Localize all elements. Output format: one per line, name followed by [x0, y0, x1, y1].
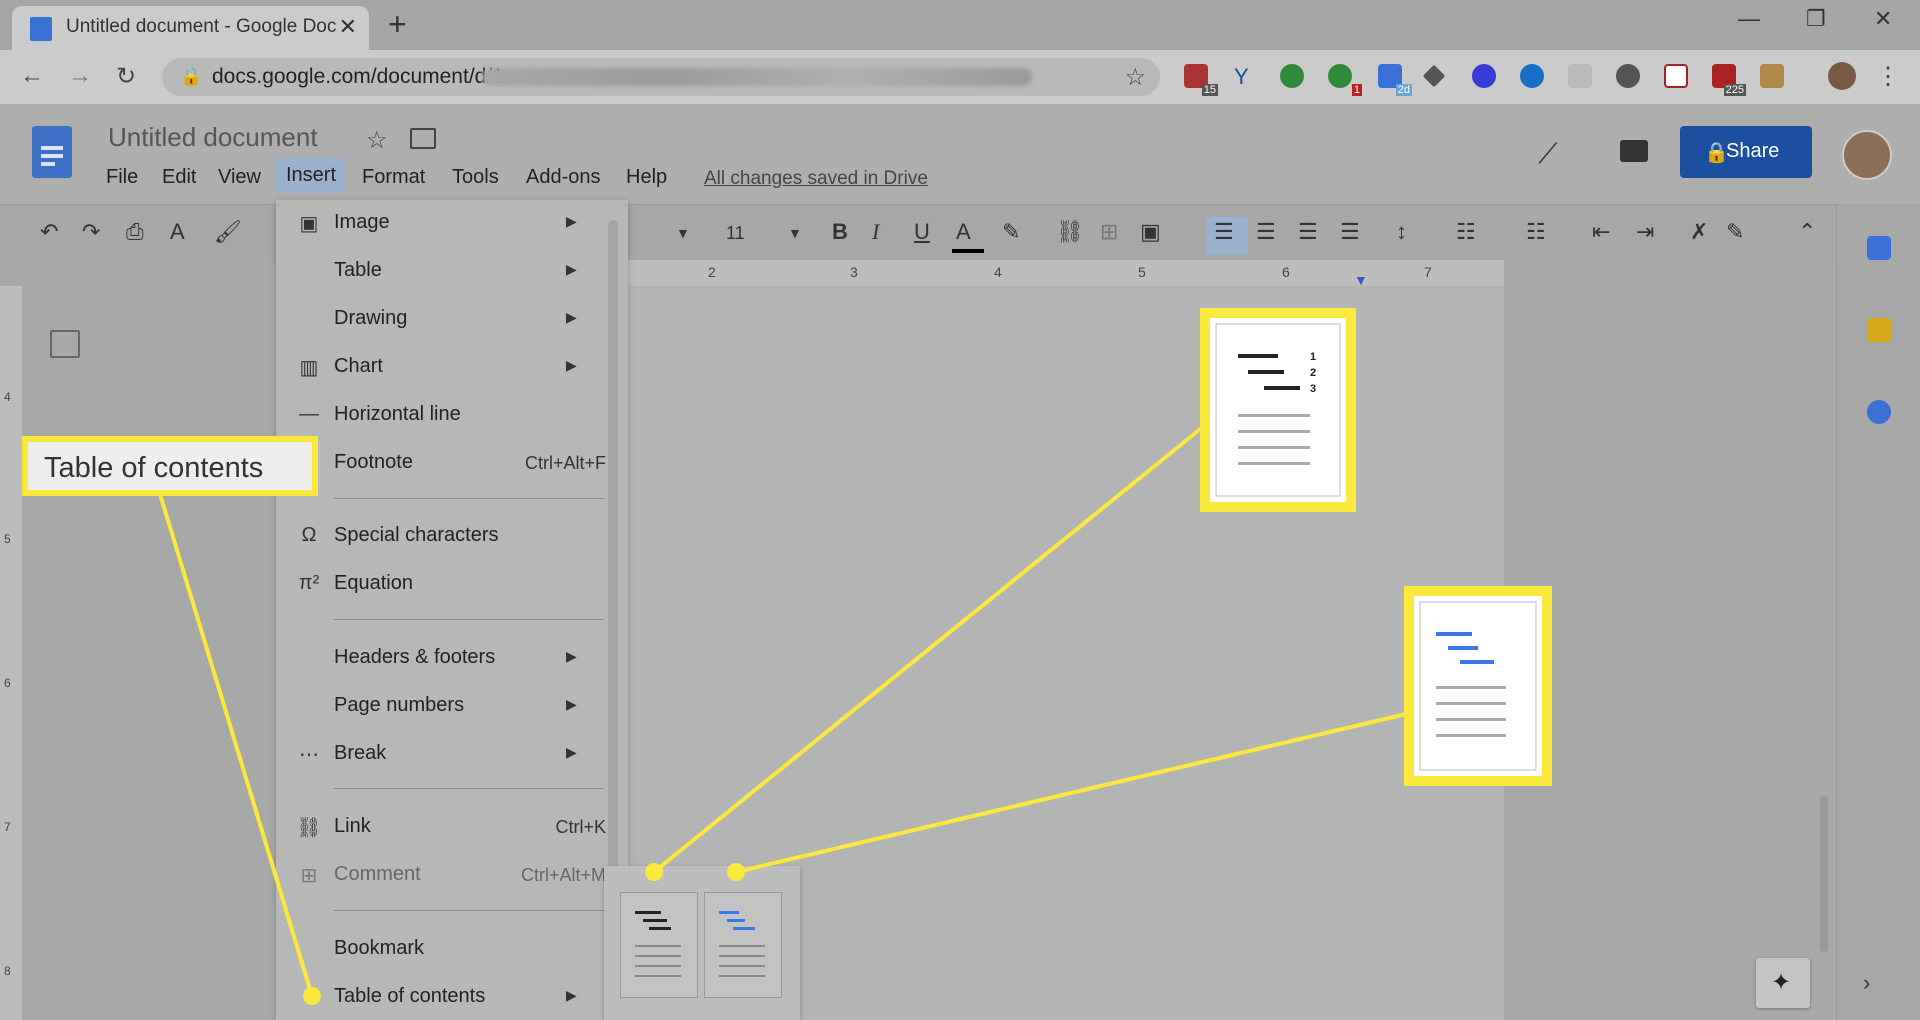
svg-text:1: 1 — [1310, 351, 1316, 363]
svg-text:2: 2 — [1310, 367, 1316, 379]
callout-dot — [645, 863, 663, 881]
toc-numbers-zoom-callout: 1 2 3 — [1200, 308, 1356, 512]
toc-numbers-zoom-icon: 1 2 3 — [1215, 323, 1341, 497]
callout-dot — [303, 987, 321, 1005]
svg-text:3: 3 — [1310, 383, 1316, 395]
callout-dot — [727, 863, 745, 881]
toc-links-zoom-icon — [1419, 601, 1537, 771]
callout-lines — [158, 424, 1407, 997]
toc-links-zoom-callout — [1404, 586, 1552, 786]
toc-callout-label: Table of contents — [22, 436, 318, 496]
